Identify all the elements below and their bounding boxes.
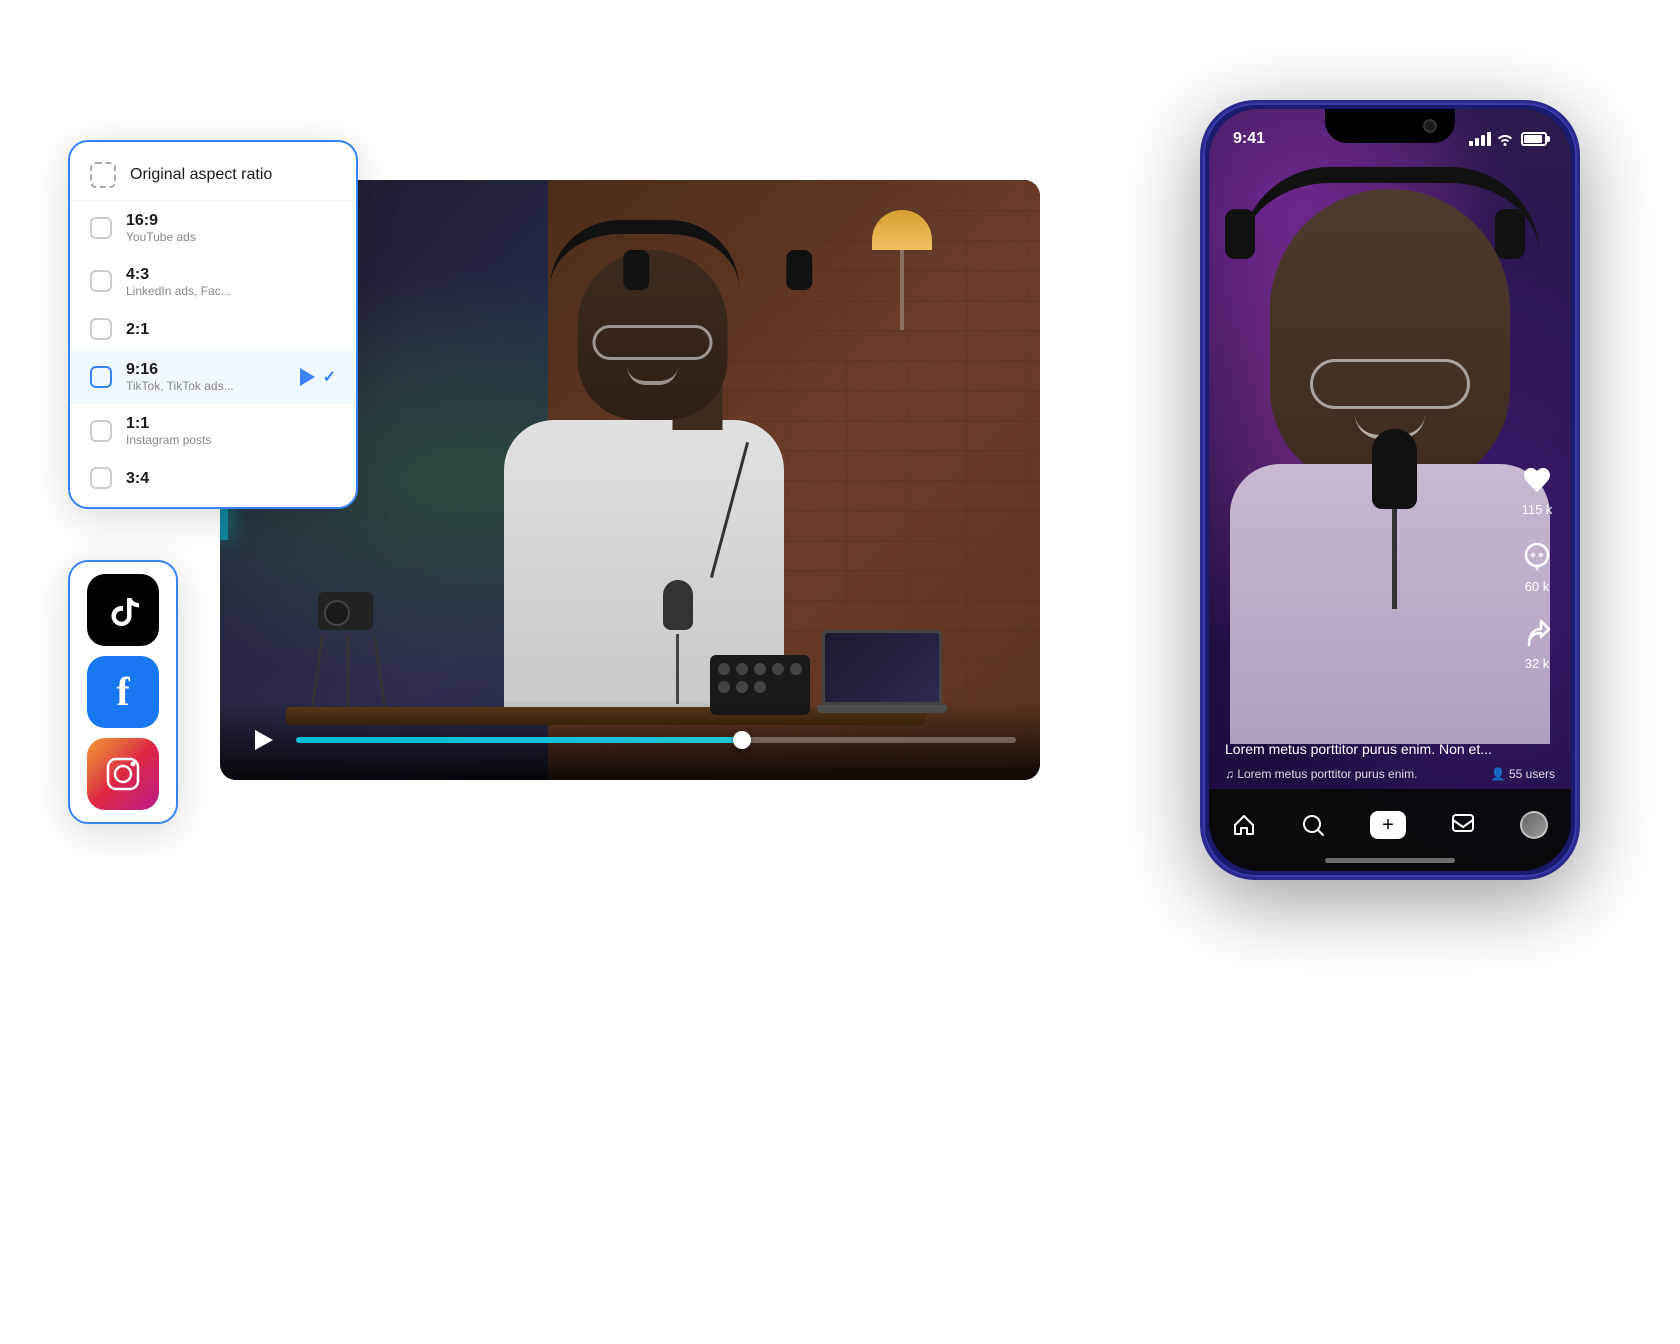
headphone-right (786, 250, 812, 290)
ar-desc-1-1: Instagram posts (126, 433, 336, 447)
phone-microphone-assembly (1372, 429, 1417, 609)
ar-checkbox-16-9 (90, 217, 112, 239)
ar-ratio-2-1: 2:1 (126, 320, 336, 339)
headphone-left (623, 250, 649, 290)
signal-bars (1469, 132, 1491, 146)
tiktok-icon-wrapper[interactable] (87, 574, 159, 646)
battery-icon (1521, 132, 1547, 146)
phone-users-label: 👤 55 users (1491, 767, 1555, 781)
profile-avatar-icon (1520, 811, 1548, 839)
facebook-icon-wrapper[interactable]: f (87, 656, 159, 728)
create-button-icon: + (1370, 811, 1406, 839)
phone-time: 9:41 (1233, 130, 1265, 148)
instagram-icon-wrapper[interactable] (87, 738, 159, 810)
search-nav-icon (1301, 813, 1325, 837)
laptop (822, 630, 942, 710)
comments-item[interactable]: 60 k (1519, 539, 1555, 594)
phone-music-label: ♫ Lorem metus porttitor purus enim. (1225, 767, 1417, 781)
ar-ratio-1-1: 1:1 (126, 414, 336, 433)
ar-checkbox-4-3 (90, 270, 112, 292)
likes-item[interactable]: 115 k (1519, 462, 1555, 517)
phone-person-glasses (1310, 359, 1470, 409)
checkmark-icon: ✓ (323, 367, 336, 387)
ar-checkbox-9-16 (90, 366, 112, 388)
phone-caption: Lorem metus porttitor purus enim. Non et… (1225, 741, 1492, 757)
aspect-ratio-3-4[interactable]: 3:4 (70, 457, 356, 499)
front-camera (1423, 119, 1437, 133)
ar-ratio-4-3: 4:3 (126, 265, 336, 284)
aspect-ratio-4-3[interactable]: 4:3 LinkedIn ads, Fac... (70, 255, 356, 309)
status-icons (1469, 132, 1547, 146)
phone-nav-home[interactable] (1232, 813, 1256, 837)
facebook-icon: f (116, 672, 129, 712)
play-icon (255, 730, 273, 750)
progress-thumb[interactable] (733, 731, 751, 749)
play-indicator-icon (300, 368, 315, 386)
comment-icon (1519, 539, 1555, 575)
social-platform-panel: f (68, 560, 178, 824)
ar-desc-9-16: TikTok, TikTok ads... (126, 379, 286, 393)
progress-bar[interactable] (296, 737, 1016, 743)
phone-nav-inbox[interactable] (1451, 813, 1475, 837)
wifi-icon (1496, 132, 1514, 146)
engagement-panel: 115 k 60 k (1519, 462, 1555, 671)
original-ar-label: Original aspect ratio (130, 166, 272, 184)
share-icon (1519, 616, 1555, 652)
phone-headphone-right (1495, 209, 1525, 259)
phone-notch (1325, 109, 1455, 143)
phone-bottom-info: Lorem metus porttitor purus enim. Non et… (1209, 741, 1571, 781)
ar-ratio-16-9: 16:9 (126, 211, 336, 230)
video-controls (220, 700, 1040, 780)
ar-ratio-3-4: 3:4 (126, 469, 336, 488)
aspect-ratio-1-1[interactable]: 1:1 Instagram posts (70, 404, 356, 458)
ar-desc-16-9: YouTube ads (126, 230, 336, 244)
original-ar-icon (90, 162, 116, 188)
home-indicator (1325, 858, 1455, 863)
ar-checkbox-1-1 (90, 420, 112, 442)
heart-icon (1519, 462, 1555, 498)
instagram-icon (102, 753, 144, 795)
phone-headphone-left (1225, 209, 1255, 259)
background-lamp (887, 210, 917, 330)
aspect-ratio-2-1[interactable]: 2:1 (70, 308, 356, 350)
phone-nav-profile[interactable] (1520, 811, 1548, 839)
phone-navigation-bar: + (1209, 789, 1571, 871)
smile (628, 367, 678, 385)
phone-mockup: 9:41 (1200, 100, 1580, 880)
home-nav-icon (1232, 813, 1256, 837)
phone-screen: 9:41 (1209, 109, 1571, 871)
glasses (593, 325, 713, 360)
ar-checkbox-2-1 (90, 318, 112, 340)
phone-nav-search[interactable] (1301, 813, 1325, 837)
shares-count: 32 k (1525, 656, 1550, 671)
phone-nav-create[interactable]: + (1370, 811, 1406, 839)
microphone (663, 580, 693, 700)
aspect-ratio-original[interactable]: Original aspect ratio (70, 150, 356, 201)
likes-count: 115 k (1522, 502, 1553, 517)
shares-item[interactable]: 32 k (1519, 616, 1555, 671)
progress-fill (296, 737, 742, 743)
aspect-ratio-panel: Original aspect ratio 16:9 YouTube ads 4… (68, 140, 358, 509)
aspect-ratio-9-16[interactable]: 9:16 TikTok, TikTok ads... ✓ (70, 350, 356, 404)
inbox-nav-icon (1451, 813, 1475, 837)
play-button[interactable] (244, 722, 280, 758)
tiktok-icon (103, 590, 143, 630)
ar-checkbox-3-4 (90, 467, 112, 489)
ar-desc-4-3: LinkedIn ads, Fac... (126, 284, 336, 298)
comments-count: 60 k (1525, 579, 1550, 594)
aspect-ratio-16-9[interactable]: 16:9 YouTube ads (70, 201, 356, 255)
ar-ratio-9-16: 9:16 (126, 360, 286, 379)
